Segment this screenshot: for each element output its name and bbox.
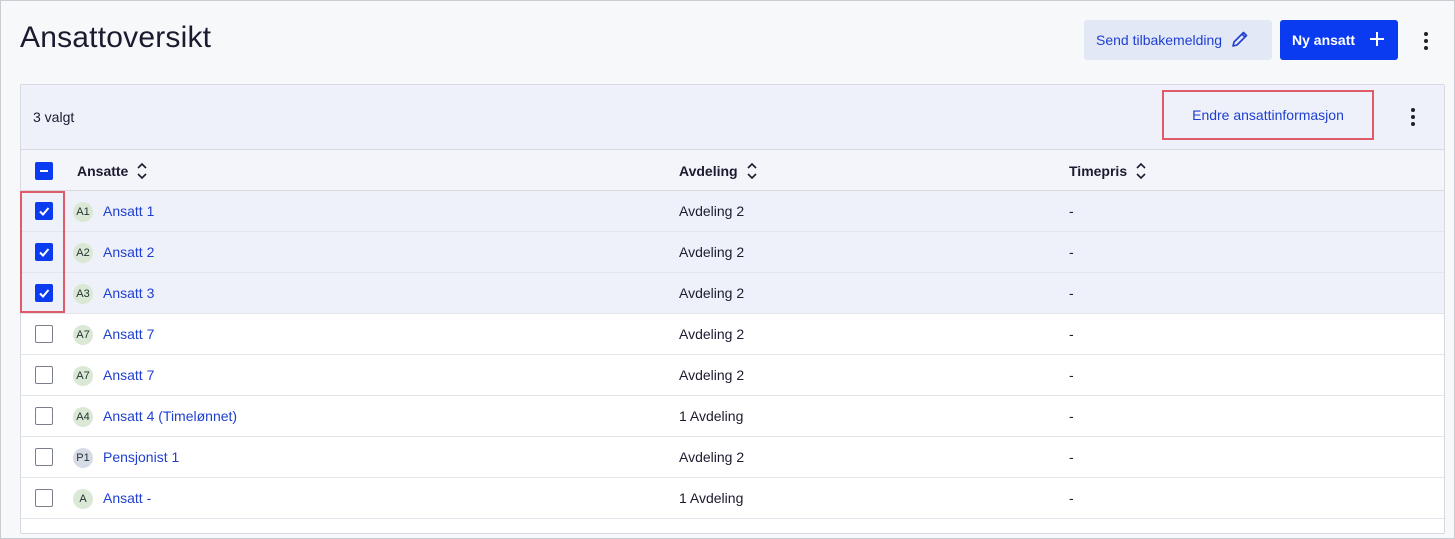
employee-table-card: 3 valgt Endre ansattinformasjon Ansatte … [20,84,1445,534]
column-header-employees[interactable]: Ansatte [77,162,148,180]
sort-arrows-icon [137,162,147,180]
department-cell: Avdeling 2 [679,449,745,465]
avatar: A7 [73,366,93,386]
employee-name-link[interactable]: Ansatt 2 [103,244,154,260]
column-header-hourly-rate-label: Timepris [1069,163,1128,179]
avatar: A2 [73,243,93,263]
avatar: A4 [73,407,93,427]
employee-name-link[interactable]: Ansatt 7 [103,367,154,383]
table-row[interactable]: A1 Ansatt 1 Avdeling 2 - [21,191,1444,232]
department-cell: Avdeling 2 [679,285,745,301]
plus-icon [1369,31,1385,50]
hourly-rate-cell: - [1069,490,1074,506]
table-row[interactable]: A2 Ansatt 2 Avdeling 2 - [21,232,1444,273]
column-header-department-label: Avdeling [679,163,738,179]
avatar: A3 [73,284,93,304]
employee-name-link[interactable]: Ansatt 7 [103,326,154,342]
row-checkbox[interactable] [35,448,53,466]
department-cell: Avdeling 2 [679,326,745,342]
table-row[interactable]: A Ansatt - 1 Avdeling - [21,478,1444,519]
check-icon [39,289,50,298]
check-icon [39,248,50,257]
employee-name-link[interactable]: Pensjonist 1 [103,449,179,465]
employee-name-link[interactable]: Ansatt 1 [103,203,154,219]
row-checkbox[interactable] [35,366,53,384]
table-row[interactable]: A7 Ansatt 7 Avdeling 2 - [21,355,1444,396]
hourly-rate-cell: - [1069,326,1074,342]
table-header: Ansatte Avdeling Timepris [21,150,1444,191]
employee-name-link[interactable]: Ansatt 4 (Timelønnet) [103,408,237,424]
app-window: Ansattoversikt Send tilbakemelding Ny an… [0,0,1455,539]
edit-employee-info-button[interactable]: Endre ansattinformasjon [1162,90,1374,140]
row-checkbox[interactable] [35,284,53,302]
row-checkbox[interactable] [35,243,53,261]
hourly-rate-cell: - [1069,408,1074,424]
department-cell: 1 Avdeling [679,490,744,506]
avatar: A [73,489,93,509]
hourly-rate-cell: - [1069,244,1074,260]
department-cell: 1 Avdeling [679,408,744,424]
select-all-checkbox[interactable] [35,162,53,180]
row-checkbox[interactable] [35,489,53,507]
row-checkbox[interactable] [35,407,53,425]
table-row[interactable]: A3 Ansatt 3 Avdeling 2 - [21,273,1444,314]
hourly-rate-cell: - [1069,285,1074,301]
department-cell: Avdeling 2 [679,244,745,260]
send-feedback-button[interactable]: Send tilbakemelding [1084,20,1272,60]
selection-more-menu-icon[interactable] [1403,105,1423,129]
page-title: Ansattoversikt [20,21,212,54]
hourly-rate-cell: - [1069,449,1074,465]
employee-name-link[interactable]: Ansatt 3 [103,285,154,301]
row-checkbox[interactable] [35,325,53,343]
column-header-hourly-rate[interactable]: Timepris [1069,162,1147,180]
selection-bar: 3 valgt Endre ansattinformasjon [21,85,1444,150]
row-checkbox[interactable] [35,202,53,220]
hourly-rate-cell: - [1069,367,1074,383]
table-row[interactable]: A4 Ansatt 4 (Timelønnet) 1 Avdeling - [21,396,1444,437]
column-header-employees-label: Ansatte [77,163,129,179]
department-cell: Avdeling 2 [679,367,745,383]
page-more-menu-icon[interactable] [1416,29,1436,53]
table-row[interactable]: P1 Pensjonist 1 Avdeling 2 - [21,437,1444,478]
new-employee-label: Ny ansatt [1292,32,1356,48]
column-header-department[interactable]: Avdeling [679,162,758,180]
table-row[interactable]: A7 Ansatt 7 Avdeling 2 - [21,314,1444,355]
avatar: P1 [73,448,93,468]
department-cell: Avdeling 2 [679,203,745,219]
hourly-rate-cell: - [1069,203,1074,219]
pencil-icon [1230,29,1250,52]
avatar: A1 [73,202,93,222]
send-feedback-label: Send tilbakemelding [1096,32,1223,48]
check-icon [39,207,50,216]
avatar: A7 [73,325,93,345]
employee-name-link[interactable]: Ansatt - [103,490,151,506]
sort-arrows-icon [1136,162,1146,180]
selected-count: 3 valgt [33,109,75,125]
new-employee-button[interactable]: Ny ansatt [1280,20,1398,60]
minus-icon [40,170,48,172]
sort-arrows-icon [747,162,757,180]
